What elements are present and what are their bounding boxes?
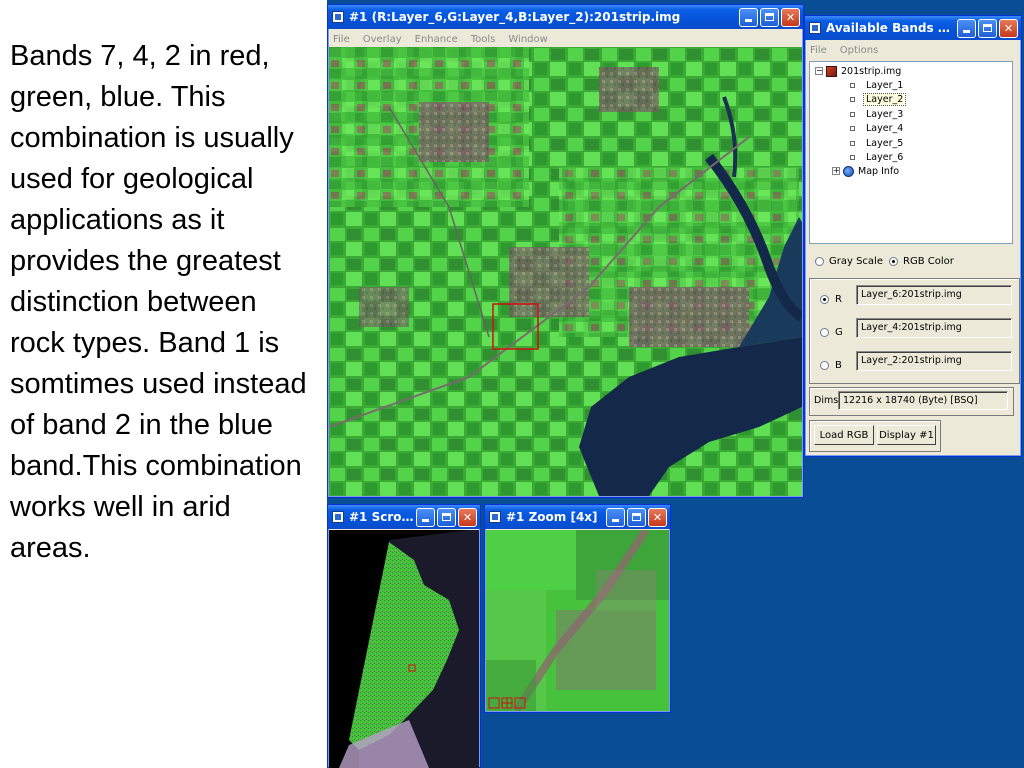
envi-app-icon <box>332 11 344 23</box>
dims-field: 12216 x 18740 (Byte) [BSQ] <box>838 391 1008 410</box>
tree-layer-item[interactable]: Layer_3 <box>850 107 905 121</box>
close-button[interactable]: ✕ <box>781 7 800 27</box>
minimize-icon <box>422 519 429 522</box>
minimize-icon <box>612 519 619 522</box>
scroll-window[interactable]: #1 Scroll... ✕ <box>327 504 481 768</box>
tree-layer-item[interactable]: Layer_6 <box>850 150 905 164</box>
tree-layer-item[interactable]: Layer_2 <box>850 92 907 106</box>
band-leaf-icon <box>850 96 855 102</box>
close-button[interactable]: ✕ <box>648 507 667 527</box>
dims-label: Dims <box>814 395 839 406</box>
zoom-image <box>486 530 669 711</box>
band-leaf-icon <box>850 82 855 88</box>
image-window[interactable]: #1 (R:Layer_6,G:Layer_4,B:Layer_2):201st… <box>327 4 804 498</box>
image-window-menubar: File Overlay Enhance Tools Window <box>331 30 800 48</box>
channel-r-radio[interactable] <box>820 295 829 304</box>
zoom-window-title: #1 Zoom [4x] <box>506 510 598 524</box>
gray-scale-radio[interactable] <box>815 257 824 266</box>
display-button[interactable]: Display #1 <box>877 425 936 445</box>
maximize-button[interactable] <box>627 507 646 527</box>
minimize-button[interactable] <box>739 7 758 27</box>
menu-overlay[interactable]: Overlay <box>363 34 402 45</box>
menu-enhance[interactable]: Enhance <box>415 34 458 45</box>
bands-window-titlebar[interactable]: Available Bands List ✕ <box>805 16 1021 40</box>
rgb-channel-group: R Layer_6:201strip.img G Layer_4:201stri… <box>809 278 1020 384</box>
maximize-icon <box>632 513 641 521</box>
tree-layer-item[interactable]: Layer_1 <box>850 78 905 92</box>
zoom-window-titlebar[interactable]: #1 Zoom [4x] ✕ <box>485 505 670 529</box>
channel-b-field[interactable]: Layer_2:201strip.img <box>856 351 1012 371</box>
menu-file[interactable]: File <box>810 45 827 56</box>
band-leaf-icon <box>850 140 855 146</box>
bands-list-window[interactable]: Available Bands List ✕ File Options − 20… <box>804 15 1022 457</box>
tree-file-name: 201strip.img <box>841 65 902 77</box>
menu-window[interactable]: Window <box>508 34 547 45</box>
satellite-image <box>329 47 802 496</box>
globe-icon <box>843 165 854 177</box>
channel-b-option[interactable]: B <box>820 360 842 371</box>
rgb-color-option[interactable]: RGB Color <box>889 256 954 267</box>
envi-app-icon <box>489 511 501 523</box>
close-button[interactable]: ✕ <box>458 507 477 527</box>
tree-file-node[interactable]: − 201strip.img <box>815 64 901 78</box>
maximize-icon <box>442 513 451 521</box>
zoom-window[interactable]: #1 Zoom [4x] ✕ <box>484 504 671 713</box>
close-icon: ✕ <box>462 510 473 524</box>
tree-layer-item[interactable]: Layer_4 <box>850 121 905 135</box>
band-leaf-icon <box>850 125 855 131</box>
minimize-icon <box>745 19 752 22</box>
dims-group: Dims 12216 x 18740 (Byte) [BSQ] <box>809 387 1014 416</box>
minimize-button[interactable] <box>606 507 625 527</box>
expand-icon[interactable]: + <box>832 167 840 175</box>
channel-g-radio[interactable] <box>820 328 829 337</box>
slide-body-text: Bands 7, 4, 2 in red, green, blue. This … <box>10 40 307 564</box>
band-tree[interactable]: − 201strip.img Layer_1 Layer_2 Layer_3 L… <box>809 61 1013 244</box>
scroll-window-title: #1 Scroll... <box>349 510 416 524</box>
maximize-icon <box>765 13 774 21</box>
scroll-viewport[interactable] <box>329 530 479 768</box>
envi-app-icon <box>809 22 821 34</box>
envi-app-icon <box>332 511 344 523</box>
menu-tools[interactable]: Tools <box>471 34 496 45</box>
image-file-icon <box>826 65 837 77</box>
channel-r-option[interactable]: R <box>820 294 842 305</box>
maximize-button[interactable] <box>760 7 779 27</box>
load-rgb-button[interactable]: Load RGB <box>814 425 874 445</box>
close-icon: ✕ <box>652 510 663 524</box>
action-button-group: Load RGB Display #1 <box>809 420 941 452</box>
rgb-color-radio[interactable] <box>889 257 898 266</box>
bands-window-title: Available Bands List <box>826 21 957 35</box>
image-window-title: #1 (R:Layer_6,G:Layer_4,B:Layer_2):201st… <box>349 10 681 24</box>
channel-b-radio[interactable] <box>820 361 829 370</box>
tree-map-info[interactable]: + Map Info <box>832 164 899 178</box>
gray-scale-option[interactable]: Gray Scale <box>815 256 883 267</box>
menu-file[interactable]: File <box>333 34 350 45</box>
bands-window-menubar: File Options <box>808 41 1018 59</box>
image-window-titlebar[interactable]: #1 (R:Layer_6,G:Layer_4,B:Layer_2):201st… <box>328 5 803 29</box>
image-viewport[interactable] <box>329 47 802 496</box>
channel-r-field[interactable]: Layer_6:201strip.img <box>856 285 1012 305</box>
collapse-icon[interactable]: − <box>815 67 823 75</box>
scroll-window-titlebar[interactable]: #1 Scroll... ✕ <box>328 505 480 529</box>
maximize-icon <box>983 24 992 32</box>
maximize-button[interactable] <box>978 18 997 38</box>
minimize-button[interactable] <box>957 18 976 38</box>
close-icon: ✕ <box>1003 21 1014 35</box>
minimize-icon <box>963 30 970 33</box>
scroll-overview-image <box>339 530 479 768</box>
band-leaf-icon <box>850 154 855 160</box>
channel-g-option[interactable]: G <box>820 327 843 338</box>
close-icon: ✕ <box>785 10 796 24</box>
minimize-button[interactable] <box>416 507 435 527</box>
tree-layer-item[interactable]: Layer_5 <box>850 136 905 150</box>
close-button[interactable]: ✕ <box>999 18 1018 38</box>
channel-g-field[interactable]: Layer_4:201strip.img <box>856 318 1012 338</box>
zoom-viewport[interactable] <box>486 530 669 711</box>
band-leaf-icon <box>850 111 855 117</box>
maximize-button[interactable] <box>437 507 456 527</box>
menu-options[interactable]: Options <box>840 45 879 56</box>
